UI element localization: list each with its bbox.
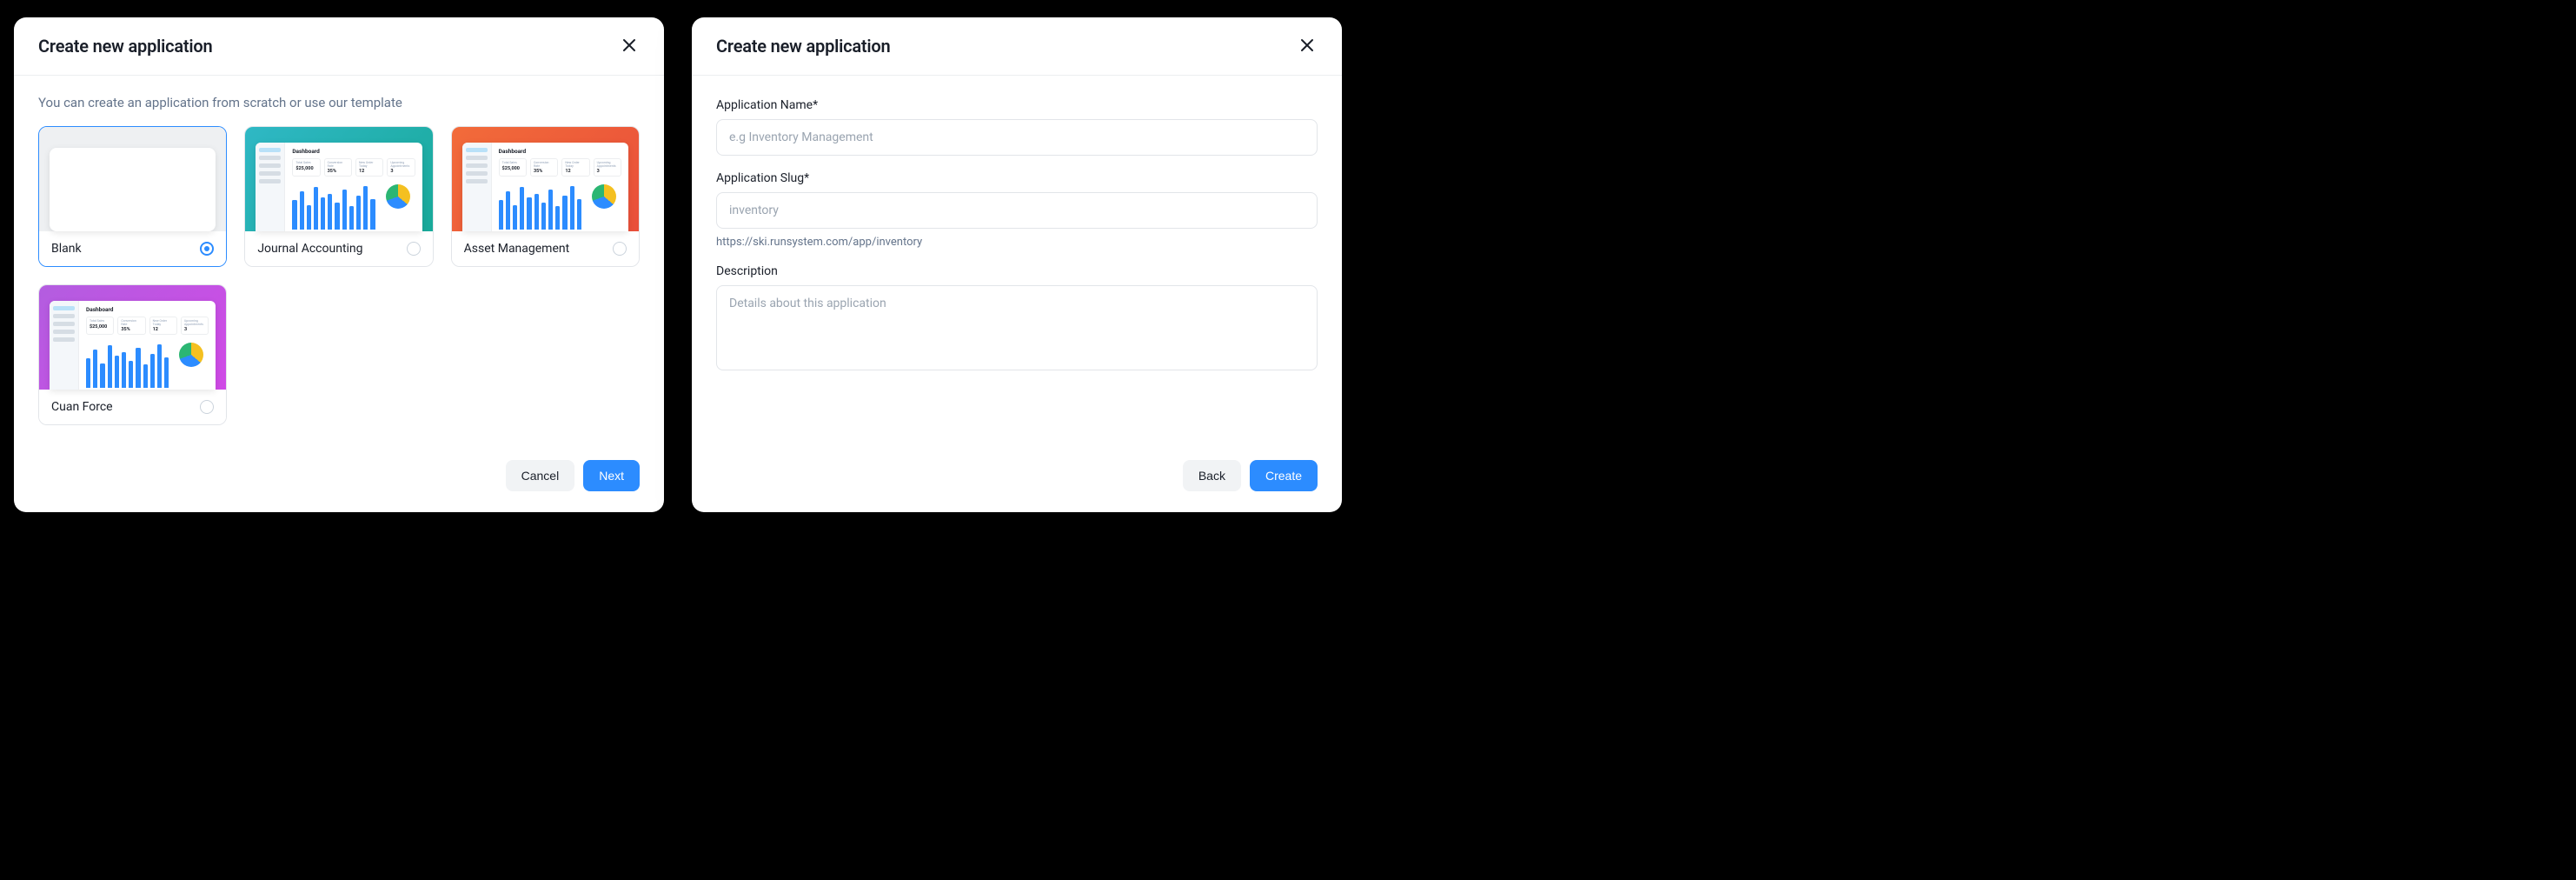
- preview-stat: Conversion Rate35%: [324, 158, 352, 177]
- preview-pie-chart: [587, 181, 621, 231]
- application-slug-input[interactable]: [716, 192, 1318, 229]
- preview-charts: [86, 339, 209, 390]
- radio-indicator: [613, 242, 627, 256]
- preview-main: Dashboard Total Sales$25,000 Conversion …: [492, 143, 628, 231]
- preview-bar-chart: [499, 181, 581, 231]
- preview-stat: Total Sales$25,000: [86, 317, 114, 335]
- application-slug-help: https://ski.runsystem.com/app/inventory: [716, 236, 1318, 249]
- radio-indicator: [200, 400, 214, 414]
- modal-header: Create new application: [14, 17, 664, 76]
- modal-footer: Back Create: [692, 446, 1342, 512]
- create-app-modal-form: Create new application Application Name*…: [692, 17, 1342, 512]
- close-button[interactable]: [1297, 35, 1318, 57]
- close-icon: [622, 35, 636, 57]
- preview-stats: Total Sales$25,000 Conversion Rate35% Ne…: [499, 158, 621, 177]
- template-card-footer: Asset Management: [452, 231, 639, 266]
- preview-sidebar: [50, 301, 79, 390]
- preview-heading: Dashboard: [499, 148, 621, 155]
- preview-window-blank: [50, 148, 216, 231]
- preview-sidebar: [462, 143, 492, 231]
- template-card-blank[interactable]: Blank: [38, 126, 227, 267]
- preview-pie-chart: [174, 339, 209, 390]
- template-card-asset-management[interactable]: Dashboard Total Sales$25,000 Conversion …: [451, 126, 640, 267]
- modal-header: Create new application: [692, 17, 1342, 76]
- preview-charts: [499, 181, 621, 231]
- modal-footer: Cancel Next: [14, 446, 664, 512]
- field-application-slug: Application Slug* https://ski.runsystem.…: [716, 171, 1318, 249]
- template-label: Asset Management: [464, 242, 570, 256]
- preview-stats: Total Sales$25,000 Conversion Rate35% Ne…: [86, 317, 209, 335]
- preview-bar-chart: [292, 181, 375, 231]
- close-icon: [1300, 35, 1314, 57]
- template-label: Journal Accounting: [257, 242, 362, 256]
- modal-body: You can create an application from scrat…: [14, 76, 664, 446]
- modal-title: Create new application: [716, 36, 891, 57]
- preview-main: Dashboard Total Sales$25,000 Conversion …: [285, 143, 422, 231]
- preview-stat: New Order Today12: [149, 317, 177, 335]
- close-button[interactable]: [619, 35, 640, 57]
- preview-stat: New Order Today12: [561, 158, 589, 177]
- field-application-name: Application Name*: [716, 98, 1318, 156]
- template-card-footer: Cuan Force: [39, 390, 226, 424]
- create-button[interactable]: Create: [1250, 460, 1318, 491]
- back-button[interactable]: Back: [1183, 460, 1241, 491]
- modal-subtitle: You can create an application from scrat…: [38, 95, 640, 110]
- preview-stat: Upcoming Appointments3: [594, 158, 621, 177]
- template-preview: Dashboard Total Sales$25,000 Conversion …: [452, 127, 639, 231]
- preview-bar-chart: [86, 339, 169, 390]
- next-button[interactable]: Next: [583, 460, 640, 491]
- modal-body: Application Name* Application Slug* http…: [692, 76, 1342, 446]
- preview-charts: [292, 181, 415, 231]
- preview-stat: Total Sales$25,000: [292, 158, 320, 177]
- template-preview: Dashboard Total Sales$25,000 Conversion …: [245, 127, 432, 231]
- preview-window: Dashboard Total Sales$25,000 Conversion …: [50, 301, 216, 390]
- application-name-label: Application Name*: [716, 98, 1318, 112]
- template-label: Blank: [51, 242, 82, 256]
- template-card-journal-accounting[interactable]: Dashboard Total Sales$25,000 Conversion …: [244, 126, 433, 267]
- description-label: Description: [716, 264, 1318, 278]
- template-card-cuan-force[interactable]: Dashboard Total Sales$25,000 Conversion …: [38, 284, 227, 425]
- preview-stats: Total Sales$25,000 Conversion Rate35% Ne…: [292, 158, 415, 177]
- description-input[interactable]: [716, 285, 1318, 370]
- preview-heading: Dashboard: [86, 306, 209, 313]
- preview-stat: Conversion Rate35%: [117, 317, 145, 335]
- radio-indicator: [407, 242, 421, 256]
- preview-stat: Conversion Rate35%: [530, 158, 558, 177]
- preview-main: Dashboard Total Sales$25,000 Conversion …: [79, 301, 216, 390]
- preview-window: Dashboard Total Sales$25,000 Conversion …: [462, 143, 628, 231]
- template-grid: Blank Dashboard Total Sales$25,000: [38, 126, 640, 425]
- field-description: Description: [716, 264, 1318, 374]
- application-slug-label: Application Slug*: [716, 171, 1318, 185]
- preview-stat: New Order Today12: [355, 158, 383, 177]
- preview-stat: Upcoming Appointments3: [387, 158, 415, 177]
- template-label: Cuan Force: [51, 400, 113, 414]
- template-preview: [39, 127, 226, 231]
- template-preview: Dashboard Total Sales$25,000 Conversion …: [39, 285, 226, 390]
- application-name-input[interactable]: [716, 119, 1318, 156]
- preview-window: Dashboard Total Sales$25,000 Conversion …: [256, 143, 422, 231]
- preview-heading: Dashboard: [292, 148, 415, 155]
- template-card-footer: Journal Accounting: [245, 231, 432, 266]
- preview-pie-chart: [381, 181, 415, 231]
- radio-indicator: [200, 242, 214, 256]
- modal-title: Create new application: [38, 36, 213, 57]
- preview-sidebar: [256, 143, 285, 231]
- create-app-modal-templates: Create new application You can create an…: [14, 17, 664, 512]
- preview-stat: Upcoming Appointments3: [181, 317, 209, 335]
- template-card-footer: Blank: [39, 231, 226, 266]
- preview-stat: Total Sales$25,000: [499, 158, 527, 177]
- cancel-button[interactable]: Cancel: [506, 460, 575, 491]
